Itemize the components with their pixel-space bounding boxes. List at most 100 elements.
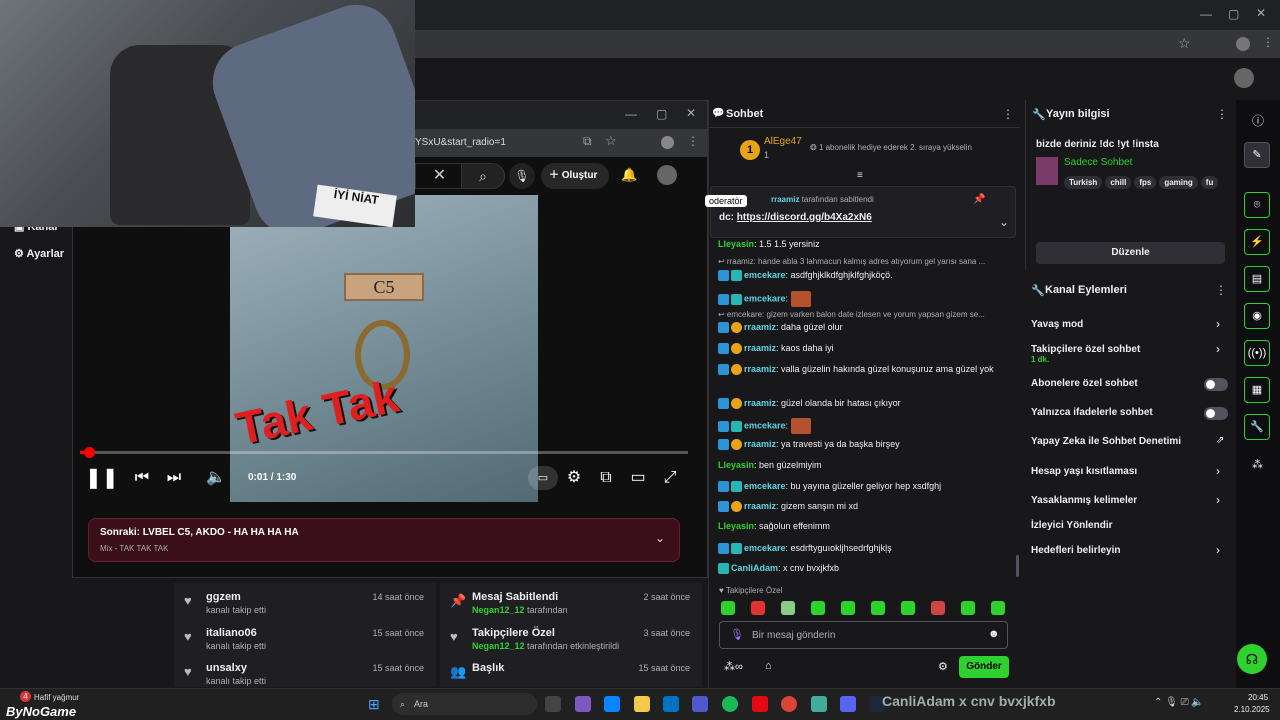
volume-icon[interactable]: 🔈 (202, 466, 230, 490)
chat-username[interactable]: emcekare (744, 293, 786, 303)
next-icon[interactable]: ⏭ (160, 466, 188, 490)
chevron-right-icon[interactable]: › (1216, 342, 1220, 356)
pinned-link[interactable]: https://discord.gg/b4Xa2xN6 (737, 212, 872, 223)
emote-button[interactable] (931, 601, 945, 615)
chevron-down-icon[interactable]: ⌄ (999, 215, 1009, 229)
emote-button[interactable] (871, 601, 885, 615)
search-icon[interactable]: ⌕ (461, 163, 505, 189)
clock-time[interactable]: 20:45 (1248, 693, 1268, 702)
app-icon[interactable] (811, 696, 827, 712)
broadcast-icon[interactable]: ((•)) (1244, 340, 1270, 366)
chat-username[interactable]: emcekare (744, 420, 786, 430)
close-icon[interactable]: ✕ (686, 106, 696, 120)
theater-icon[interactable]: ▭ (624, 466, 652, 490)
minimize-icon[interactable]: — (625, 107, 637, 121)
video-frame[interactable]: C5 Tak Tak (230, 195, 538, 502)
mic-icon[interactable]: 🎙 (730, 628, 744, 641)
pencil-icon[interactable]: ✎ (1244, 142, 1270, 168)
extensions-icon[interactable]: ⁂ (1252, 458, 1263, 471)
chat-username[interactable]: Lleyasin (718, 239, 754, 249)
miniplayer-icon[interactable]: ⧉ (592, 466, 620, 490)
tray-icons[interactable]: ⌃ 🎙 ⎚ 🔈 (1154, 697, 1204, 708)
progress-bar[interactable] (80, 447, 688, 458)
explorer-icon[interactable] (634, 696, 650, 712)
feed-item-user[interactable]: Negan12_12 (472, 605, 525, 615)
chevron-right-icon[interactable]: › (1216, 317, 1220, 331)
chat-username[interactable]: rraamiz (744, 364, 776, 374)
support-icon[interactable]: ☊ (1237, 644, 1267, 674)
emote-button[interactable] (811, 601, 825, 615)
nav-settings[interactable]: ⚙ Ayarlar (14, 247, 64, 260)
action-item[interactable]: Takipçilere özel sohbet (1031, 344, 1140, 355)
chat-username[interactable]: emcekare (744, 270, 786, 280)
chevron-right-icon[interactable]: › (1216, 543, 1220, 557)
mic-icon[interactable]: 🎙 (509, 163, 535, 189)
pinned-message[interactable]: oderatör rraamiz tarafından sabitlendi 📌… (705, 186, 1016, 238)
edit-button[interactable]: Düzenle (1036, 242, 1225, 264)
chat-input[interactable]: 🎙 Bir mesaj gönderin ☻ (719, 621, 1008, 649)
feed-item-user[interactable]: Negan12_12 (472, 641, 525, 651)
bookmark-star-icon[interactable]: ☆ (1178, 35, 1191, 52)
action-item[interactable]: Yavaş mod (1031, 319, 1083, 330)
gear-icon[interactable]: ⚙ (560, 466, 588, 490)
chat-username[interactable]: emcekare (744, 543, 786, 553)
next-up-panel[interactable]: Sonraki: LVBEL C5, AKDO - HA HA HA HA Mi… (88, 518, 680, 562)
edge-icon[interactable] (604, 696, 620, 712)
windows-start-icon[interactable]: ⊞ (368, 696, 380, 713)
bolt-icon[interactable]: ⚡ (1244, 229, 1270, 255)
expand-icon[interactable]: ≡ (857, 170, 863, 181)
chat-username[interactable]: rraamiz (744, 343, 776, 353)
action-item[interactable]: Abonelere özel sohbet (1031, 378, 1138, 389)
minimize-icon[interactable]: — (1200, 7, 1212, 21)
gifter-name[interactable]: AlEge47 (764, 136, 802, 147)
emote-button[interactable] (841, 601, 855, 615)
maximize-icon[interactable]: ▢ (1228, 7, 1239, 21)
menu-dots-icon[interactable]: ⋮ (1216, 107, 1228, 121)
tag-chip[interactable]: fps (1134, 176, 1157, 189)
menu-dots-icon[interactable]: ⋮ (1215, 283, 1227, 297)
chat-bubble-icon[interactable]: ◉ (1244, 303, 1270, 329)
clear-search-icon[interactable]: ✕ (415, 163, 463, 189)
progress-knob[interactable] (84, 447, 95, 458)
toggle-switch[interactable] (1204, 378, 1228, 391)
clock-date[interactable]: 2.10.2025 (1234, 705, 1270, 714)
category-name[interactable]: Sadece Sohbet (1064, 157, 1132, 168)
copilot-icon[interactable] (575, 696, 591, 712)
action-item[interactable]: Yasaklanmış kelimeler (1031, 495, 1137, 506)
menu-dots-icon[interactable]: ⋮ (1262, 35, 1274, 49)
emote-button[interactable] (751, 601, 765, 615)
points-icon[interactable]: ⁂∞ (724, 660, 743, 673)
chevron-down-icon[interactable]: ⌄ (655, 531, 665, 545)
gear-icon[interactable]: ⚙ (938, 660, 948, 673)
chrome-icon[interactable] (781, 696, 797, 712)
tag-chip[interactable]: chill (1105, 176, 1132, 189)
previous-icon[interactable]: ⏮ (128, 466, 156, 490)
menu-dots-icon[interactable]: ⋮ (687, 134, 699, 148)
emoji-icon[interactable]: ☻ (988, 628, 1000, 640)
menu-dots-icon[interactable]: ⋮ (1002, 107, 1014, 121)
profile-avatar[interactable] (1236, 37, 1250, 51)
toggle-switch[interactable] (1204, 407, 1228, 420)
tag-chip[interactable]: Turkish (1064, 176, 1103, 189)
fullscreen-icon[interactable]: ⤢ (656, 466, 684, 490)
subtitles-icon[interactable]: ▭ (528, 466, 558, 490)
action-item[interactable]: Yapay Zeka ile Sohbet Denetimi (1031, 436, 1181, 447)
emote-button[interactable] (991, 601, 1005, 615)
taskbar-search[interactable]: ⌕ Ara (392, 693, 537, 715)
bell-icon[interactable]: 🔔 (621, 167, 637, 183)
pin-icon[interactable]: 📌 (973, 194, 985, 205)
chat-username[interactable]: Lleyasin (718, 460, 754, 470)
user-avatar[interactable] (1234, 68, 1254, 88)
netflix-icon[interactable] (752, 696, 768, 712)
feed-item[interactable]: ♥ ggzem kanalı takip etti 14 saat önce (184, 591, 434, 623)
chat-username[interactable]: emcekare (744, 481, 786, 491)
close-icon[interactable]: ✕ (1256, 6, 1266, 20)
outlook-icon[interactable] (663, 696, 679, 712)
create-button[interactable]: ＋ Oluştur (541, 163, 609, 189)
wrench-icon[interactable]: 🔧 (1244, 414, 1270, 440)
chat-username[interactable]: CanliAdam (731, 563, 778, 573)
chat-username[interactable]: rraamiz (744, 398, 776, 408)
chevron-right-icon[interactable]: › (1216, 464, 1220, 478)
feed-item[interactable]: ♥ italiano06 kanalı takip etti 15 saat önce (184, 627, 434, 659)
layout-icon[interactable]: ▦ (1244, 377, 1270, 403)
